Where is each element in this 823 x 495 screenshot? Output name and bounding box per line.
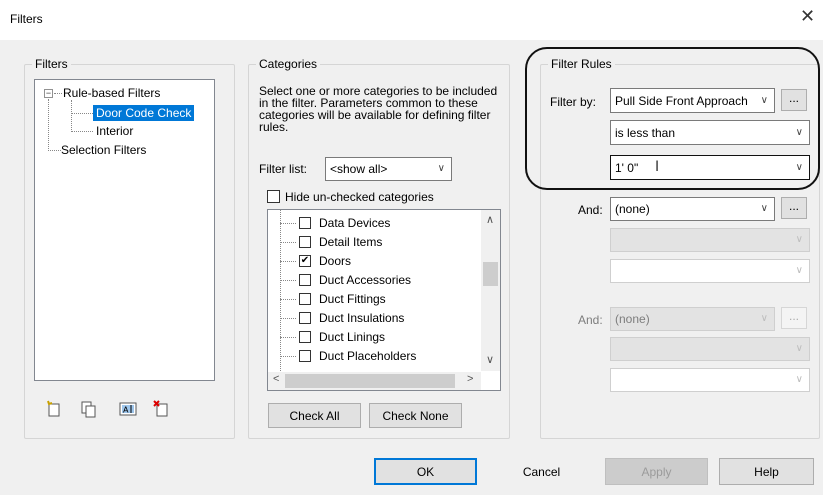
apply-button[interactable]: Apply [605, 458, 708, 485]
chevron-down-icon: ∨ [795, 264, 803, 276]
chevron-down-icon: ∨ [795, 233, 803, 245]
filter-list-value: <show all> [330, 162, 388, 176]
chevron-down-icon: ∨ [795, 373, 803, 385]
rename-filter-icon[interactable]: A [118, 399, 138, 419]
horizontal-scrollbar[interactable]: < > [268, 372, 481, 390]
category-checkbox[interactable] [299, 236, 311, 248]
chevron-down-icon: ∨ [437, 162, 445, 174]
tree-item-rule-based-filters[interactable]: Rule-based Filters [63, 86, 160, 100]
categories-group-label: Categories [256, 57, 321, 71]
list-item[interactable]: Duct Insulations [268, 309, 483, 328]
duplicate-filter-icon[interactable] [78, 399, 98, 419]
and-select-1[interactable]: (none) ∨ [610, 197, 775, 221]
tree-item-interior[interactable]: Interior [96, 124, 133, 138]
and-value-2: (none) [615, 312, 650, 326]
category-checkbox[interactable] [299, 217, 311, 229]
hide-unchecked-checkbox[interactable] [267, 190, 280, 203]
tree-item-door-code-check[interactable]: Door Code Check [93, 105, 195, 121]
scroll-left-icon[interactable]: < [273, 373, 279, 385]
scroll-thumb[interactable] [285, 374, 455, 388]
categories-description: Select one or more categories to be incl… [259, 84, 498, 134]
and-select-2[interactable]: (none) ∨ [610, 307, 775, 331]
vertical-scrollbar[interactable]: ∧ ∨ [481, 210, 500, 371]
and-operator-select-1[interactable]: ∨ [610, 228, 810, 252]
list-item[interactable]: Duct Accessories [268, 271, 483, 290]
category-checkbox[interactable] [299, 331, 311, 343]
scroll-thumb[interactable] [483, 262, 498, 286]
filters-group-label: Filters [32, 57, 71, 71]
cancel-button[interactable]: Cancel [490, 458, 593, 485]
and-value-input-1[interactable]: ∨ [610, 259, 810, 283]
filter-list-label: Filter list: [259, 162, 307, 176]
chevron-down-icon: ∨ [795, 342, 803, 354]
chevron-down-icon: ∨ [760, 312, 768, 324]
list-item[interactable]: Data Devices [268, 214, 483, 233]
highlight-annotation [525, 47, 820, 190]
check-all-button[interactable]: Check All [268, 403, 361, 428]
and-value-input-2[interactable]: ∨ [610, 368, 810, 392]
and-value-1: (none) [615, 202, 650, 216]
scroll-down-icon[interactable]: ∨ [486, 353, 494, 366]
scroll-right-icon[interactable]: > [467, 373, 473, 385]
and-label-2: And: [578, 313, 603, 327]
list-item[interactable]: Duct Linings [268, 328, 483, 347]
new-filter-icon[interactable] [44, 399, 64, 419]
categories-list[interactable]: Data Devices Detail Items ✔ Doors Duct Ac… [267, 209, 501, 391]
ok-button[interactable]: OK [374, 458, 477, 485]
delete-filter-icon[interactable] [152, 399, 172, 419]
hide-unchecked-label[interactable]: Hide un-checked categories [285, 190, 434, 204]
filters-tree[interactable]: − Rule-based Filters Door Code Check Int… [34, 79, 215, 381]
close-icon[interactable]: ✕ [800, 6, 815, 27]
check-none-button[interactable]: Check None [369, 403, 462, 428]
and-browse-button-2[interactable]: ... [781, 307, 807, 329]
chevron-down-icon: ∨ [760, 202, 768, 214]
category-checkbox[interactable] [299, 350, 311, 362]
and-label-1: And: [578, 203, 603, 217]
category-checkbox[interactable] [299, 274, 311, 286]
collapse-icon[interactable]: − [44, 89, 53, 98]
dialog-title: Filters [10, 12, 43, 26]
svg-text:A: A [123, 406, 129, 415]
category-checkbox[interactable] [299, 293, 311, 305]
and-operator-select-2[interactable]: ∨ [610, 337, 810, 361]
tree-item-selection-filters[interactable]: Selection Filters [61, 143, 146, 157]
list-item[interactable]: Duct Placeholders [268, 347, 483, 366]
list-item[interactable]: Detail Items [268, 233, 483, 252]
scroll-up-icon[interactable]: ∧ [486, 213, 494, 226]
help-button[interactable]: Help [719, 458, 814, 485]
list-item[interactable]: Duct Fittings [268, 290, 483, 309]
category-checkbox[interactable]: ✔ [299, 255, 311, 267]
list-item[interactable]: ✔ Doors [268, 252, 483, 271]
category-checkbox[interactable] [299, 312, 311, 324]
filter-list-select[interactable]: <show all> ∨ [325, 157, 452, 181]
and-browse-button-1[interactable]: ... [781, 197, 807, 219]
